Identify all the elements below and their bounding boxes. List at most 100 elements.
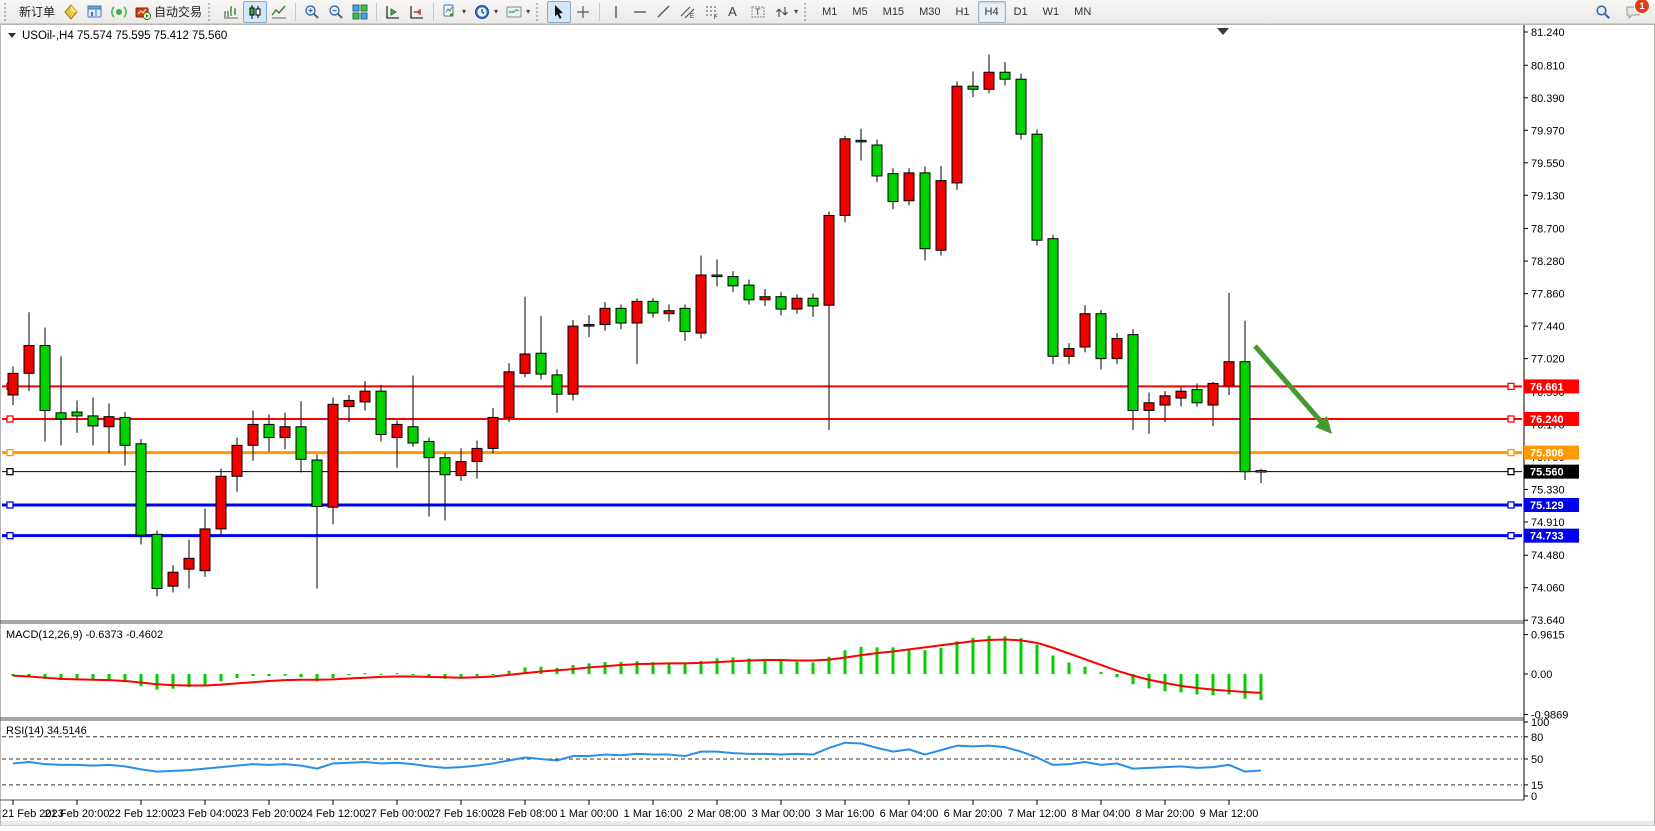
level-anchor[interactable] bbox=[7, 416, 13, 422]
period-clock-button[interactable]: ▾ bbox=[470, 1, 502, 23]
crosshair-tool-button[interactable] bbox=[571, 1, 595, 23]
timeframe-D1[interactable]: D1 bbox=[1007, 1, 1035, 23]
bull-candle bbox=[600, 308, 610, 324]
line-chart-mode-button[interactable] bbox=[267, 1, 291, 23]
macd-histogram-bar bbox=[300, 674, 303, 677]
label-tool-button[interactable]: T bbox=[746, 1, 770, 23]
chevron-down-icon: ▾ bbox=[526, 7, 530, 16]
timeframe-H1[interactable]: H1 bbox=[948, 1, 976, 23]
level-anchor[interactable] bbox=[1508, 469, 1514, 475]
macd-histogram-bar bbox=[620, 662, 623, 674]
bull-candle bbox=[168, 572, 178, 586]
timeframe-W1[interactable]: W1 bbox=[1036, 1, 1067, 23]
bull-candle bbox=[216, 476, 226, 529]
macd-histogram-bar bbox=[796, 662, 799, 674]
macd-histogram-bar bbox=[940, 648, 943, 674]
toolbar-drag-handle[interactable] bbox=[4, 3, 11, 21]
timeframe-M1[interactable]: M1 bbox=[815, 1, 844, 23]
bear-candle bbox=[1128, 335, 1138, 411]
level-anchor[interactable] bbox=[7, 450, 13, 456]
macd-histogram-bar bbox=[1052, 656, 1055, 674]
trendline-tool-button[interactable] bbox=[652, 1, 676, 23]
toolbar-drag-handle[interactable] bbox=[804, 3, 811, 21]
level-anchor[interactable] bbox=[1508, 450, 1514, 456]
macd-histogram-bar bbox=[684, 664, 687, 674]
time-axis-label: 1 Mar 00:00 bbox=[560, 808, 619, 820]
bear-candle bbox=[888, 174, 898, 202]
zoom-in-button[interactable] bbox=[300, 1, 324, 23]
toolbar-drag-handle[interactable] bbox=[536, 3, 543, 21]
level-anchor[interactable] bbox=[7, 502, 13, 508]
zoom-out-icon bbox=[328, 4, 344, 20]
market-watch-button[interactable] bbox=[83, 1, 107, 23]
macd-histogram-bar bbox=[172, 674, 175, 689]
search-button[interactable] bbox=[1591, 1, 1615, 23]
bull-candle bbox=[840, 139, 850, 216]
bear-candle bbox=[408, 427, 418, 443]
timeframe-M30[interactable]: M30 bbox=[912, 1, 947, 23]
timeframe-group: M1M5M15M30H1H4D1W1MN bbox=[815, 1, 1098, 23]
bull-candle bbox=[1208, 383, 1218, 405]
bull-candle bbox=[472, 448, 482, 461]
macd-histogram-bar bbox=[476, 674, 479, 676]
macd-histogram-bar bbox=[252, 674, 255, 676]
macd-histogram-bar bbox=[972, 638, 975, 674]
bull-candle bbox=[8, 373, 18, 395]
shapes-icon bbox=[774, 4, 790, 20]
level-anchor[interactable] bbox=[1508, 533, 1514, 539]
price-axis-label: 77.860 bbox=[1531, 289, 1565, 301]
new-order-label: 新订单 bbox=[19, 3, 55, 20]
bull-candle bbox=[232, 445, 242, 476]
candlestick-mode-icon bbox=[247, 4, 263, 20]
toolbar-drag-handle[interactable] bbox=[208, 3, 215, 21]
add-indicator-button[interactable]: ▾ bbox=[438, 1, 470, 23]
bear-candle bbox=[264, 424, 274, 437]
bull-candle bbox=[328, 404, 338, 507]
template-button[interactable]: ▾ bbox=[502, 1, 534, 23]
timeframe-MN[interactable]: MN bbox=[1067, 1, 1098, 23]
time-axis-label: 23 Feb 04:00 bbox=[173, 808, 238, 820]
new-order-button[interactable]: 新订单 bbox=[15, 1, 59, 23]
new-chart-button[interactable] bbox=[59, 1, 83, 23]
macd-histogram-bar bbox=[236, 674, 239, 678]
macd-histogram-bar bbox=[668, 663, 671, 674]
autotrade-button[interactable]: 自动交易 bbox=[131, 1, 206, 23]
level-anchor[interactable] bbox=[1508, 383, 1514, 389]
bull-candle bbox=[664, 311, 674, 314]
timeframe-H4[interactable]: H4 bbox=[978, 1, 1006, 23]
timeframe-M5[interactable]: M5 bbox=[845, 1, 874, 23]
fibonacci-tool-button[interactable]: F bbox=[700, 1, 724, 23]
level-anchor[interactable] bbox=[1508, 416, 1514, 422]
cursor-tool-button[interactable] bbox=[547, 1, 571, 23]
level-anchor[interactable] bbox=[7, 469, 13, 475]
bear-candle bbox=[728, 277, 738, 286]
macd-histogram-bar bbox=[1260, 674, 1263, 700]
vertical-line-tool-button[interactable] bbox=[604, 1, 628, 23]
candlestick-mode-button[interactable] bbox=[243, 1, 267, 23]
tile-windows-button[interactable] bbox=[348, 1, 372, 23]
bull-candle bbox=[696, 275, 706, 333]
rsi-axis-label: 50 bbox=[1531, 754, 1543, 766]
notifications-button[interactable]: 1 bbox=[1621, 1, 1645, 23]
macd-histogram-bar bbox=[604, 662, 607, 674]
bull-candle bbox=[488, 417, 498, 448]
price-axis-label: 74.910 bbox=[1531, 517, 1565, 529]
text-tool-button[interactable]: A bbox=[724, 1, 746, 23]
zoom-out-button[interactable] bbox=[324, 1, 348, 23]
level-anchor[interactable] bbox=[7, 533, 13, 539]
level-anchor[interactable] bbox=[1508, 502, 1514, 508]
chart-shift-button[interactable] bbox=[405, 1, 429, 23]
bar-chart-mode-button[interactable] bbox=[219, 1, 243, 23]
signals-button[interactable] bbox=[107, 1, 131, 23]
auto-scroll-button[interactable] bbox=[381, 1, 405, 23]
channel-tool-button[interactable]: E bbox=[676, 1, 700, 23]
bull-candle bbox=[24, 345, 34, 373]
macd-histogram-bar bbox=[380, 674, 383, 675]
timeframe-M15[interactable]: M15 bbox=[876, 1, 911, 23]
horizontal-line-tool-button[interactable] bbox=[628, 1, 652, 23]
bull-candle bbox=[1064, 349, 1074, 357]
cursor-icon bbox=[551, 4, 567, 20]
shapes-tool-button[interactable]: ▾ bbox=[770, 1, 802, 23]
chart-window[interactable]: 81.24080.81080.39079.97079.55079.13078.7… bbox=[0, 24, 1655, 826]
price-chart[interactable]: 81.24080.81080.39079.97079.55079.13078.7… bbox=[0, 24, 1655, 826]
